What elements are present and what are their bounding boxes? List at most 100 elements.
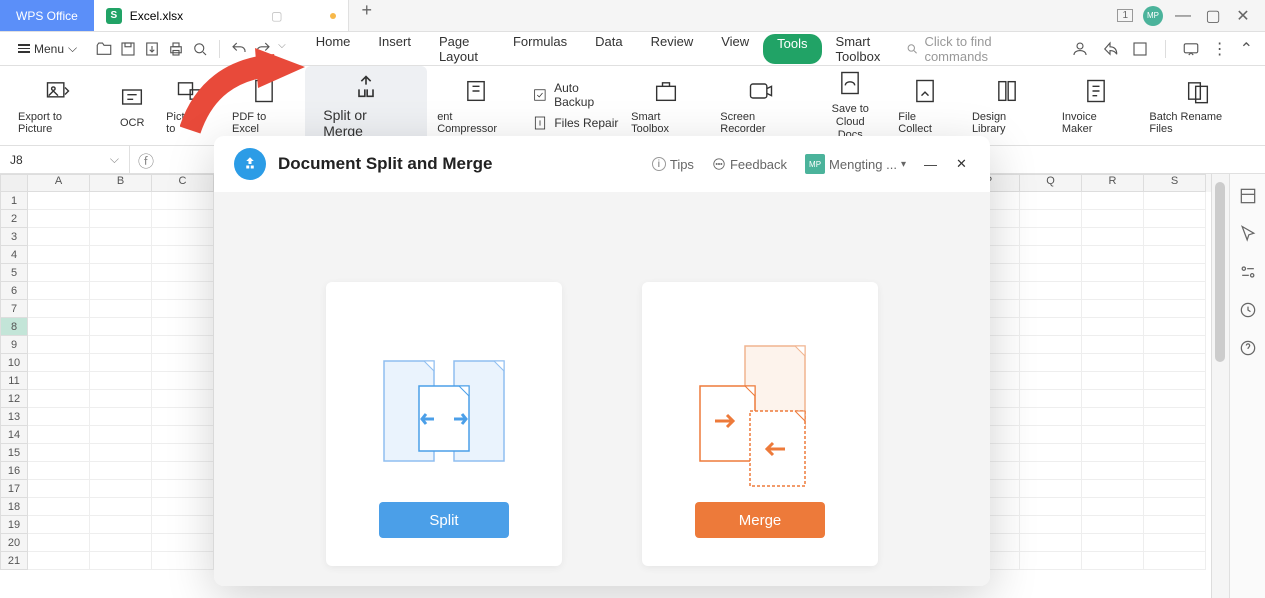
cell[interactable] xyxy=(1020,192,1082,210)
ocr-button[interactable]: OCR xyxy=(108,66,156,145)
cell[interactable] xyxy=(1144,480,1206,498)
user-account-icon[interactable] xyxy=(1071,40,1089,58)
feedback-button[interactable]: Feedback xyxy=(712,157,787,172)
cell[interactable] xyxy=(90,228,152,246)
cell[interactable] xyxy=(152,552,214,570)
close-button[interactable]: ✕ xyxy=(1233,6,1253,26)
cell[interactable] xyxy=(1020,228,1082,246)
cell[interactable] xyxy=(28,336,90,354)
column-header[interactable]: A xyxy=(28,174,90,192)
cell[interactable] xyxy=(152,408,214,426)
redo-icon[interactable] xyxy=(254,40,272,58)
cell[interactable] xyxy=(1144,246,1206,264)
collapse-ribbon-icon[interactable]: ⌃ xyxy=(1240,39,1253,59)
save-to-cloud-button[interactable]: Save to Cloud Docs xyxy=(812,66,888,145)
row-header[interactable]: 19 xyxy=(0,516,28,534)
pdf-to-excel-button[interactable]: PDF to Excel xyxy=(222,66,305,145)
row-header[interactable]: 18 xyxy=(0,498,28,516)
minimize-button[interactable]: — xyxy=(1173,6,1193,26)
menu-insert[interactable]: Insert xyxy=(364,34,425,64)
cell[interactable] xyxy=(1020,498,1082,516)
column-header[interactable]: B xyxy=(90,174,152,192)
cell[interactable] xyxy=(1020,462,1082,480)
vertical-scrollbar[interactable] xyxy=(1211,174,1229,598)
cell[interactable] xyxy=(90,498,152,516)
row-header[interactable]: 15 xyxy=(0,444,28,462)
cell[interactable] xyxy=(90,516,152,534)
cell[interactable] xyxy=(1082,300,1144,318)
cell[interactable] xyxy=(152,264,214,282)
help-icon[interactable] xyxy=(1238,338,1258,358)
menu-view[interactable]: View xyxy=(707,34,763,64)
output-icon[interactable] xyxy=(143,40,161,58)
cell[interactable] xyxy=(1144,228,1206,246)
row-header[interactable]: 14 xyxy=(0,426,28,444)
row-header[interactable]: 12 xyxy=(0,390,28,408)
cell[interactable] xyxy=(28,300,90,318)
cell[interactable] xyxy=(90,300,152,318)
cell[interactable] xyxy=(152,354,214,372)
cell[interactable] xyxy=(1082,498,1144,516)
invoice-maker-button[interactable]: Invoice Maker xyxy=(1052,66,1140,145)
cell[interactable] xyxy=(1144,300,1206,318)
cell[interactable] xyxy=(1020,264,1082,282)
cell[interactable] xyxy=(152,480,214,498)
files-repair-button[interactable]: Files Repair xyxy=(532,115,621,131)
cell[interactable] xyxy=(1082,354,1144,372)
merge-button[interactable]: Merge xyxy=(695,502,825,538)
cell[interactable] xyxy=(1020,318,1082,336)
cell[interactable] xyxy=(1144,516,1206,534)
cell[interactable] xyxy=(1082,264,1144,282)
cell[interactable] xyxy=(1020,354,1082,372)
cell-reference[interactable]: J8 ⌵ xyxy=(0,146,130,173)
cell[interactable] xyxy=(1144,210,1206,228)
save-cloud-icon[interactable] xyxy=(1131,40,1149,58)
menu-toggle[interactable]: Menu ⌵ xyxy=(12,41,83,56)
cell[interactable] xyxy=(152,228,214,246)
cell[interactable] xyxy=(28,552,90,570)
cell[interactable] xyxy=(1144,354,1206,372)
cell[interactable] xyxy=(1144,534,1206,552)
row-header[interactable]: 7 xyxy=(0,300,28,318)
cell[interactable] xyxy=(1082,516,1144,534)
maximize-button[interactable]: ▢ xyxy=(1203,6,1223,26)
cell[interactable] xyxy=(1020,210,1082,228)
cell[interactable] xyxy=(28,534,90,552)
design-library-button[interactable]: Design Library xyxy=(962,66,1052,145)
more-icon[interactable]: ⋮ xyxy=(1212,39,1228,59)
menu-home[interactable]: Home xyxy=(302,34,365,64)
cell[interactable] xyxy=(28,282,90,300)
cell[interactable] xyxy=(1082,390,1144,408)
cell[interactable] xyxy=(90,192,152,210)
cell[interactable] xyxy=(152,534,214,552)
cell[interactable] xyxy=(28,318,90,336)
cell[interactable] xyxy=(1144,282,1206,300)
cell[interactable] xyxy=(1144,552,1206,570)
cell[interactable] xyxy=(1144,372,1206,390)
row-header[interactable]: 13 xyxy=(0,408,28,426)
menu-tools[interactable]: Tools xyxy=(763,34,821,64)
auto-backup-button[interactable]: Auto Backup xyxy=(532,81,621,109)
menu-page-layout[interactable]: Page Layout xyxy=(425,34,499,64)
row-header[interactable]: 20 xyxy=(0,534,28,552)
row-header[interactable]: 9 xyxy=(0,336,28,354)
cell[interactable] xyxy=(152,390,214,408)
cell[interactable] xyxy=(1082,426,1144,444)
settings-icon[interactable] xyxy=(1238,262,1258,282)
cell[interactable] xyxy=(1020,444,1082,462)
cell[interactable] xyxy=(28,390,90,408)
cell[interactable] xyxy=(1020,516,1082,534)
row-header[interactable]: 5 xyxy=(0,264,28,282)
cell[interactable] xyxy=(28,444,90,462)
column-header[interactable]: C xyxy=(152,174,214,192)
new-tab-button[interactable]: + xyxy=(349,0,384,31)
cell[interactable] xyxy=(152,426,214,444)
file-collect-button[interactable]: File Collect xyxy=(888,66,962,145)
cell[interactable] xyxy=(1082,552,1144,570)
export-to-picture-button[interactable]: Export to Picture xyxy=(8,66,108,145)
cell[interactable] xyxy=(90,534,152,552)
cell[interactable] xyxy=(1020,390,1082,408)
save-icon[interactable] xyxy=(119,40,137,58)
user-avatar[interactable]: MP xyxy=(1143,6,1163,26)
cell[interactable] xyxy=(90,552,152,570)
